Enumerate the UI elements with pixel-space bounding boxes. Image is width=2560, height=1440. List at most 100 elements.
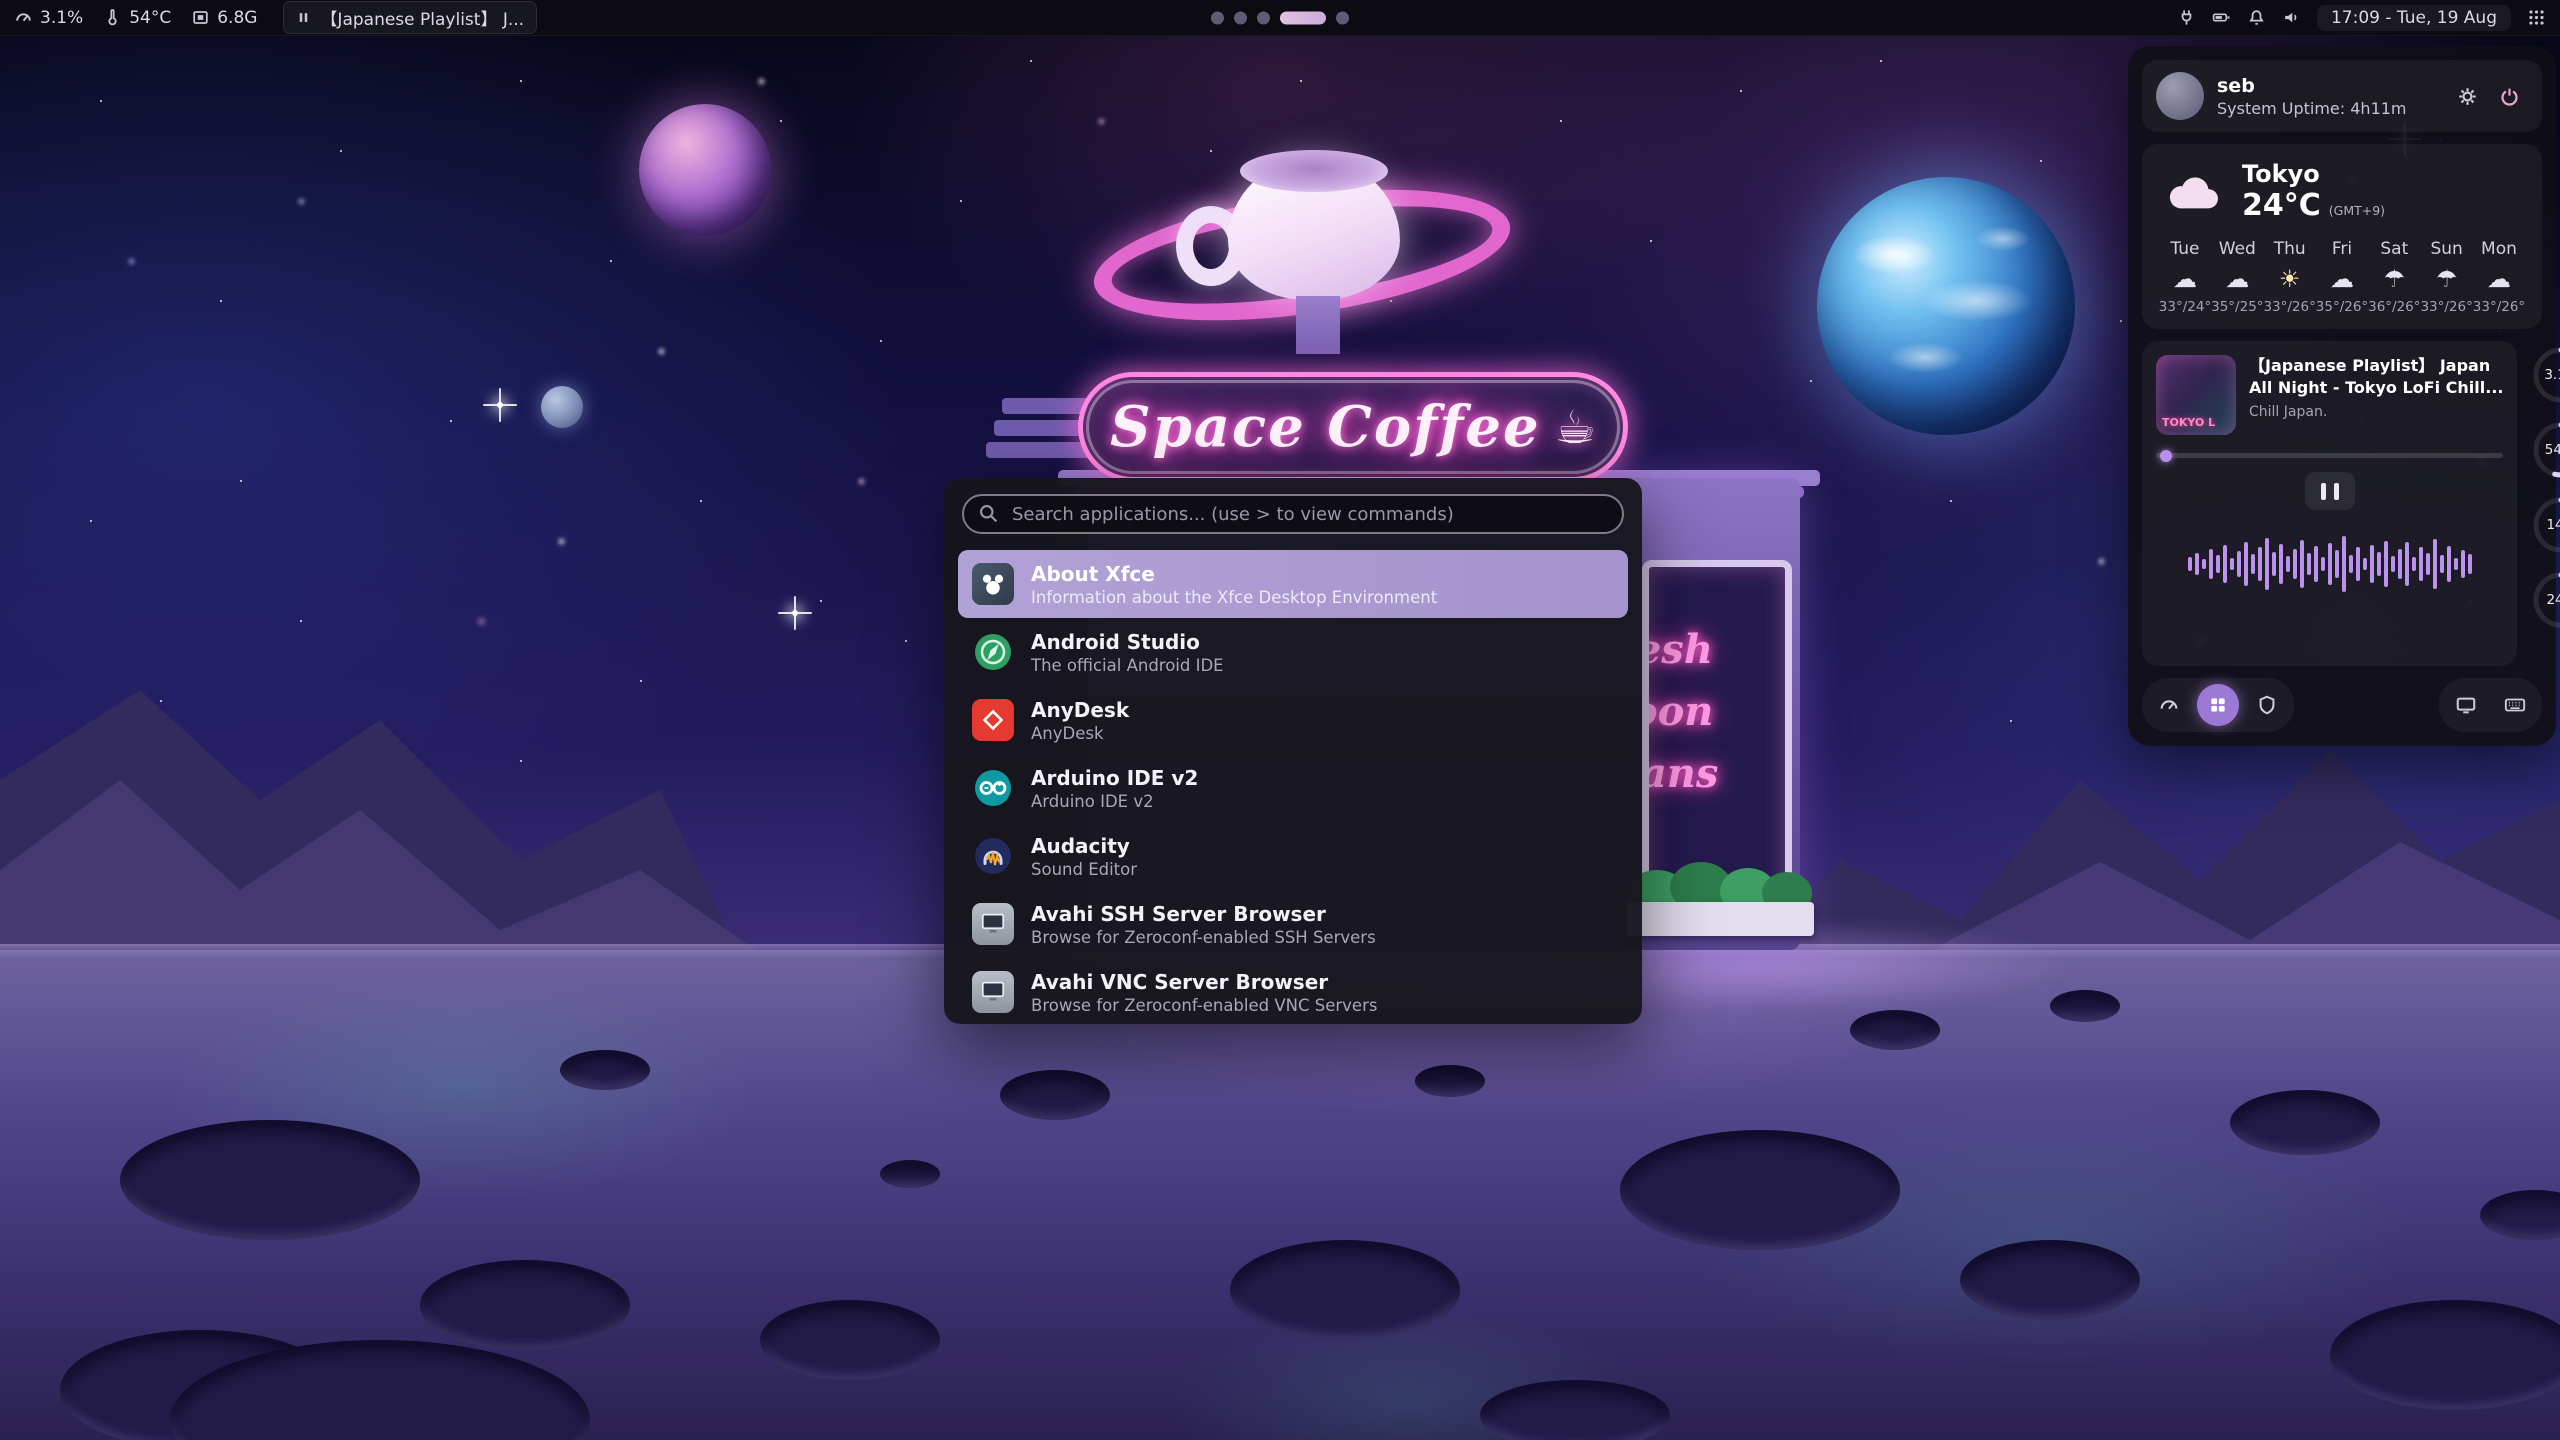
waveform-bar <box>2426 553 2430 575</box>
temperature-indicator[interactable]: 54°C <box>103 8 171 28</box>
settings-button[interactable] <box>2448 77 2486 115</box>
app-row-avahi-ssh[interactable]: Avahi SSH Server Browser Browse for Zero… <box>958 890 1628 958</box>
workspace-dot[interactable] <box>1211 11 1224 24</box>
system-gauges: 3.1% 54°C 14% 24% <box>2529 341 2560 666</box>
forecast-day-label: Sun <box>2430 239 2462 259</box>
system-uptime: System Uptime: 4h11m <box>2217 99 2407 118</box>
weather-forecast: Tue ☁ 33°/24° Wed ☁ 35°/25° Thu ☀ 33°/26… <box>2160 239 2524 315</box>
display-button[interactable] <box>2445 684 2487 726</box>
waveform-bar <box>2195 553 2199 575</box>
progress-knob[interactable] <box>2160 450 2172 462</box>
app-texts: AnyDesk AnyDesk <box>1031 698 1129 743</box>
app-row-android-studio[interactable]: Android Studio The official Android IDE <box>958 618 1628 686</box>
power-icon <box>2499 86 2520 107</box>
app-texts: Android Studio The official Android IDE <box>1031 630 1224 675</box>
keyboard-button[interactable] <box>2494 684 2536 726</box>
workspace-dot[interactable] <box>1234 11 1247 24</box>
quick-actions-right <box>2439 678 2542 732</box>
cpu-indicator[interactable]: 3.1% <box>14 8 83 28</box>
topbar-left: 3.1% 54°C 6.8G 【Japanese Playlist】 J... <box>14 1 537 34</box>
app-grid-icon[interactable] <box>2527 8 2546 27</box>
forecast-temps: 33°/26° <box>2473 299 2525 315</box>
app-row-arduino[interactable]: Arduino IDE v2 Arduino IDE v2 <box>958 754 1628 822</box>
media-texts: 【Japanese Playlist】 Japan All Night - To… <box>2249 355 2503 435</box>
privacy-button[interactable] <box>2246 684 2288 726</box>
app-row-audacity[interactable]: Audacity Sound Editor <box>958 822 1628 890</box>
top-bar: 3.1% 54°C 6.8G 【Japanese Playlist】 J... … <box>0 0 2560 36</box>
media-title-line1: 【Japanese Playlist】 Japan <box>2249 355 2503 377</box>
workspace-dot-active[interactable] <box>1280 11 1326 24</box>
apps-button[interactable] <box>2197 684 2239 726</box>
app-description: Sound Editor <box>1031 860 1137 879</box>
app-name: Avahi VNC Server Browser <box>1031 970 1377 994</box>
app-texts: Arduino IDE v2 Arduino IDE v2 <box>1031 766 1198 811</box>
bell-icon[interactable] <box>2247 8 2266 27</box>
window-sign-line: Moon <box>1642 681 1781 743</box>
waveform-bar <box>2370 545 2374 583</box>
quick-actions-left <box>2142 678 2294 732</box>
cloud-icon: ☁ <box>2487 266 2511 292</box>
pause-icon <box>2334 483 2339 500</box>
clock[interactable]: 17:09 - Tue, 19 Aug <box>2317 5 2511 31</box>
shop-window: Fresh Moon Beans <box>1642 560 1792 912</box>
app-row-avahi-vnc[interactable]: Avahi VNC Server Browser Browse for Zero… <box>958 958 1628 1026</box>
arduino-icon <box>972 767 1014 809</box>
waveform-bar <box>2216 555 2220 573</box>
rain-icon: ☂ <box>2384 266 2406 292</box>
media-progress-bar[interactable] <box>2156 453 2503 458</box>
weather-summary: Tokyo 24°C (GMT+9) <box>2242 160 2385 223</box>
power-button[interactable] <box>2490 77 2528 115</box>
forecast-day-label: Fri <box>2332 239 2352 259</box>
waveform-bar <box>2433 539 2437 589</box>
audacity-icon <box>972 835 1014 877</box>
anydesk-icon <box>972 699 1014 741</box>
control-center-panel: seb System Uptime: 4h11m Tokyo 24°C (GMT… <box>2128 46 2556 746</box>
battery-icon[interactable] <box>2212 8 2231 27</box>
waveform-bar <box>2321 557 2325 571</box>
app-texts: About Xfce Information about the Xfce De… <box>1031 562 1437 607</box>
rain-icon: ☂ <box>2436 266 2458 292</box>
cloud-icon: ☁ <box>2225 266 2249 292</box>
avahi-icon <box>972 903 1014 945</box>
forecast-day: Thu ☀ 33°/26° <box>2265 239 2315 315</box>
search-input[interactable] <box>962 494 1624 534</box>
waveform-bar <box>2419 547 2423 581</box>
workspace-dot[interactable] <box>1336 11 1349 24</box>
android-studio-icon <box>972 631 1014 673</box>
pause-button[interactable] <box>2305 472 2355 510</box>
quick-actions <box>2142 678 2542 732</box>
waveform-bar <box>2377 552 2381 576</box>
app-row-anydesk[interactable]: AnyDesk AnyDesk <box>958 686 1628 754</box>
xfce-mouse-icon <box>972 563 1014 605</box>
app-row-about-xfce[interactable]: About Xfce Information about the Xfce De… <box>958 550 1628 618</box>
coffee-cup-icon: ☕ <box>1555 400 1596 454</box>
weather-temperature: 24°C <box>2242 188 2321 223</box>
performance-button[interactable] <box>2148 684 2190 726</box>
media-section: TOKYO L 【Japanese Playlist】 Japan All Ni… <box>2142 341 2542 666</box>
gauge-value: 14% <box>2529 493 2560 557</box>
memory-gauge: 14% <box>2529 493 2560 557</box>
topbar-media-widget[interactable]: 【Japanese Playlist】 J... <box>283 1 537 34</box>
forecast-day: Sat ☂ 36°/26° <box>2369 239 2419 315</box>
disk-gauge: 24% <box>2529 568 2560 632</box>
workspace-dot[interactable] <box>1257 11 1270 24</box>
forecast-day: Fri ☁ 35°/26° <box>2317 239 2367 315</box>
thermometer-icon <box>103 8 122 27</box>
waveform-bar <box>2209 549 2213 579</box>
forecast-day: Sun ☂ 33°/26° <box>2422 239 2472 315</box>
waveform-bar <box>2454 558 2458 570</box>
waveform-bar <box>2286 556 2290 572</box>
avatar[interactable] <box>2156 72 2204 120</box>
waveform-bar <box>2447 546 2451 582</box>
waveform-bar <box>2440 555 2444 573</box>
plug-icon[interactable] <box>2177 8 2196 27</box>
waveform-bar <box>2335 550 2339 578</box>
neon-sign-text: Space Coffee <box>1110 394 1540 460</box>
waveform-bar <box>2223 545 2227 583</box>
volume-icon[interactable] <box>2282 8 2301 27</box>
media-subtitle: Chill Japan. <box>2249 404 2503 420</box>
memory-indicator[interactable]: 6.8G <box>191 8 257 28</box>
app-results-list: About Xfce Information about the Xfce De… <box>958 550 1628 1026</box>
user-card: seb System Uptime: 4h11m <box>2142 60 2542 132</box>
waveform-bar <box>2468 554 2472 574</box>
